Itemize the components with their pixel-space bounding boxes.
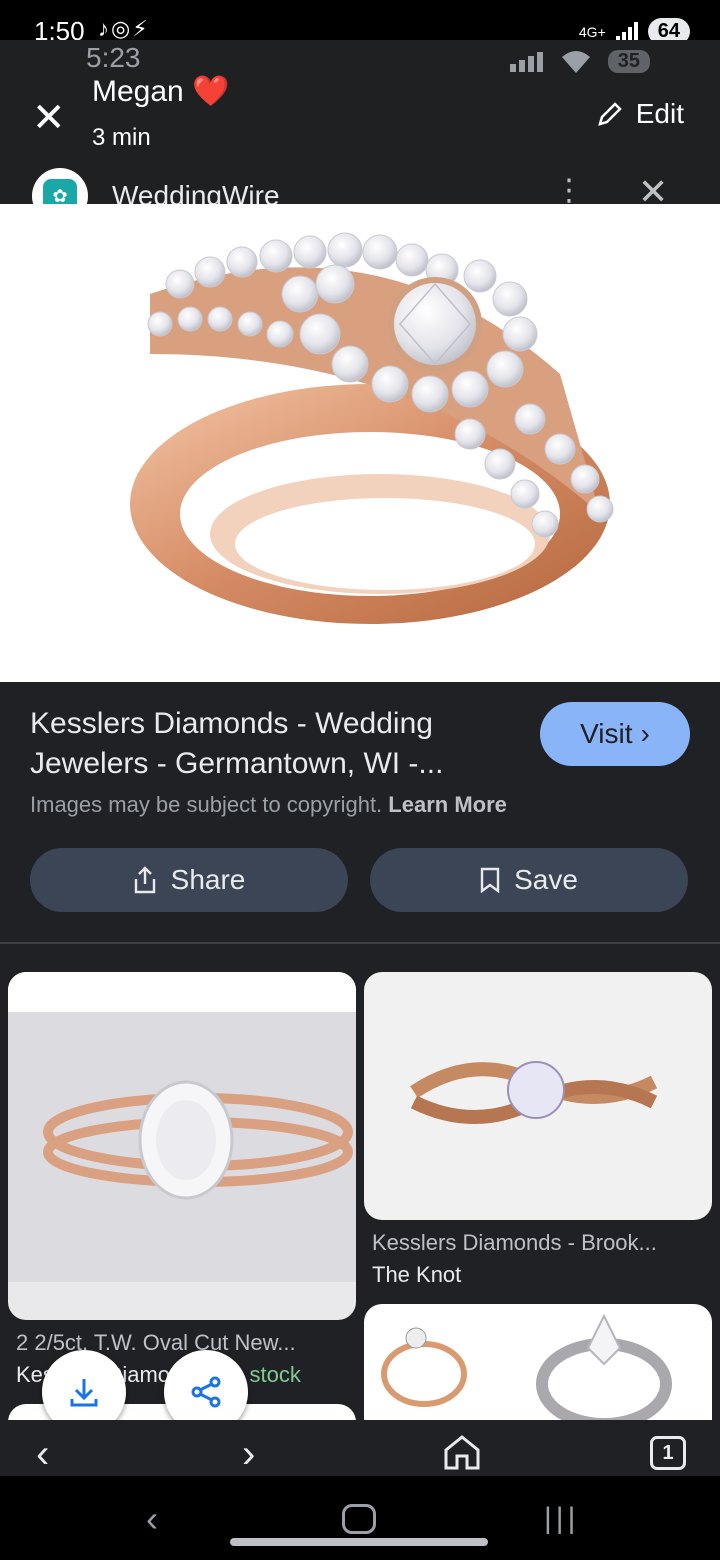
twist-ring-image — [410, 1061, 658, 1124]
signal-icon — [509, 51, 543, 72]
more-options-icon[interactable]: ⋮ — [554, 176, 584, 206]
oval-ring-image — [8, 972, 356, 1282]
notification-icons: ♪◎⚡ — [98, 16, 150, 41]
close-icon[interactable]: ✕ — [32, 98, 66, 138]
gesture-pill[interactable] — [230, 1538, 488, 1546]
home-icon[interactable] — [442, 1434, 482, 1475]
main-product-image[interactable] — [0, 204, 720, 682]
share-nodes-icon — [191, 1376, 221, 1408]
divider — [0, 942, 720, 944]
network-label: 4G+ — [578, 23, 606, 40]
related-title-2[interactable]: Kesslers Diamonds - Brook... — [372, 1230, 657, 1256]
visit-button[interactable]: Visit › — [540, 702, 690, 766]
system-navigation-bar: ‹ ||| — [0, 1476, 720, 1560]
system-back-icon[interactable]: ‹ — [146, 1498, 158, 1540]
overlay-battery: 35 — [607, 50, 650, 73]
story-duration: 3 min — [92, 124, 151, 151]
share-button[interactable]: Share — [30, 848, 348, 912]
related-image-1[interactable] — [8, 972, 356, 1320]
related-image-2[interactable] — [364, 972, 712, 1220]
related-title-1[interactable]: 2 2/5ct. T.W. Oval Cut New... — [16, 1330, 296, 1356]
result-title[interactable]: Kesslers Diamonds - Wedding Jewelers - G… — [30, 704, 510, 784]
wifi-icon — [561, 50, 590, 73]
ring-image — [130, 232, 614, 624]
story-overlay: 5:23 35 ✕ Megan ❤️ 3 min Edit ✿ WeddingW… — [0, 40, 720, 224]
pencil-icon — [597, 102, 622, 126]
tabs-count-button[interactable]: 1 — [650, 1436, 686, 1470]
related-source-2: The Knot — [372, 1262, 462, 1287]
overlay-time: 5:23 — [86, 42, 141, 73]
bookmark-icon — [480, 867, 500, 893]
save-button[interactable]: Save — [370, 848, 688, 912]
system-recents-icon[interactable]: ||| — [544, 1502, 579, 1536]
back-arrow-icon[interactable]: ‹ — [36, 1434, 49, 1474]
share-icon — [134, 866, 155, 894]
signal-icon — [615, 21, 638, 42]
contact-name: Megan ❤️ — [92, 75, 230, 108]
system-home-icon[interactable] — [342, 1504, 376, 1534]
learn-more-link[interactable]: Learn More — [388, 792, 507, 817]
chevron-right-icon: › — [640, 718, 650, 749]
download-icon — [70, 1379, 98, 1407]
forward-arrow-icon[interactable]: › — [242, 1434, 255, 1474]
copyright-notice: Images may be subject to copyright. Lear… — [30, 792, 507, 817]
browser-toolbar: ‹ › 1 — [0, 1420, 720, 1476]
edit-button[interactable]: Edit — [596, 98, 684, 130]
overlay-status: 35 — [509, 50, 650, 73]
